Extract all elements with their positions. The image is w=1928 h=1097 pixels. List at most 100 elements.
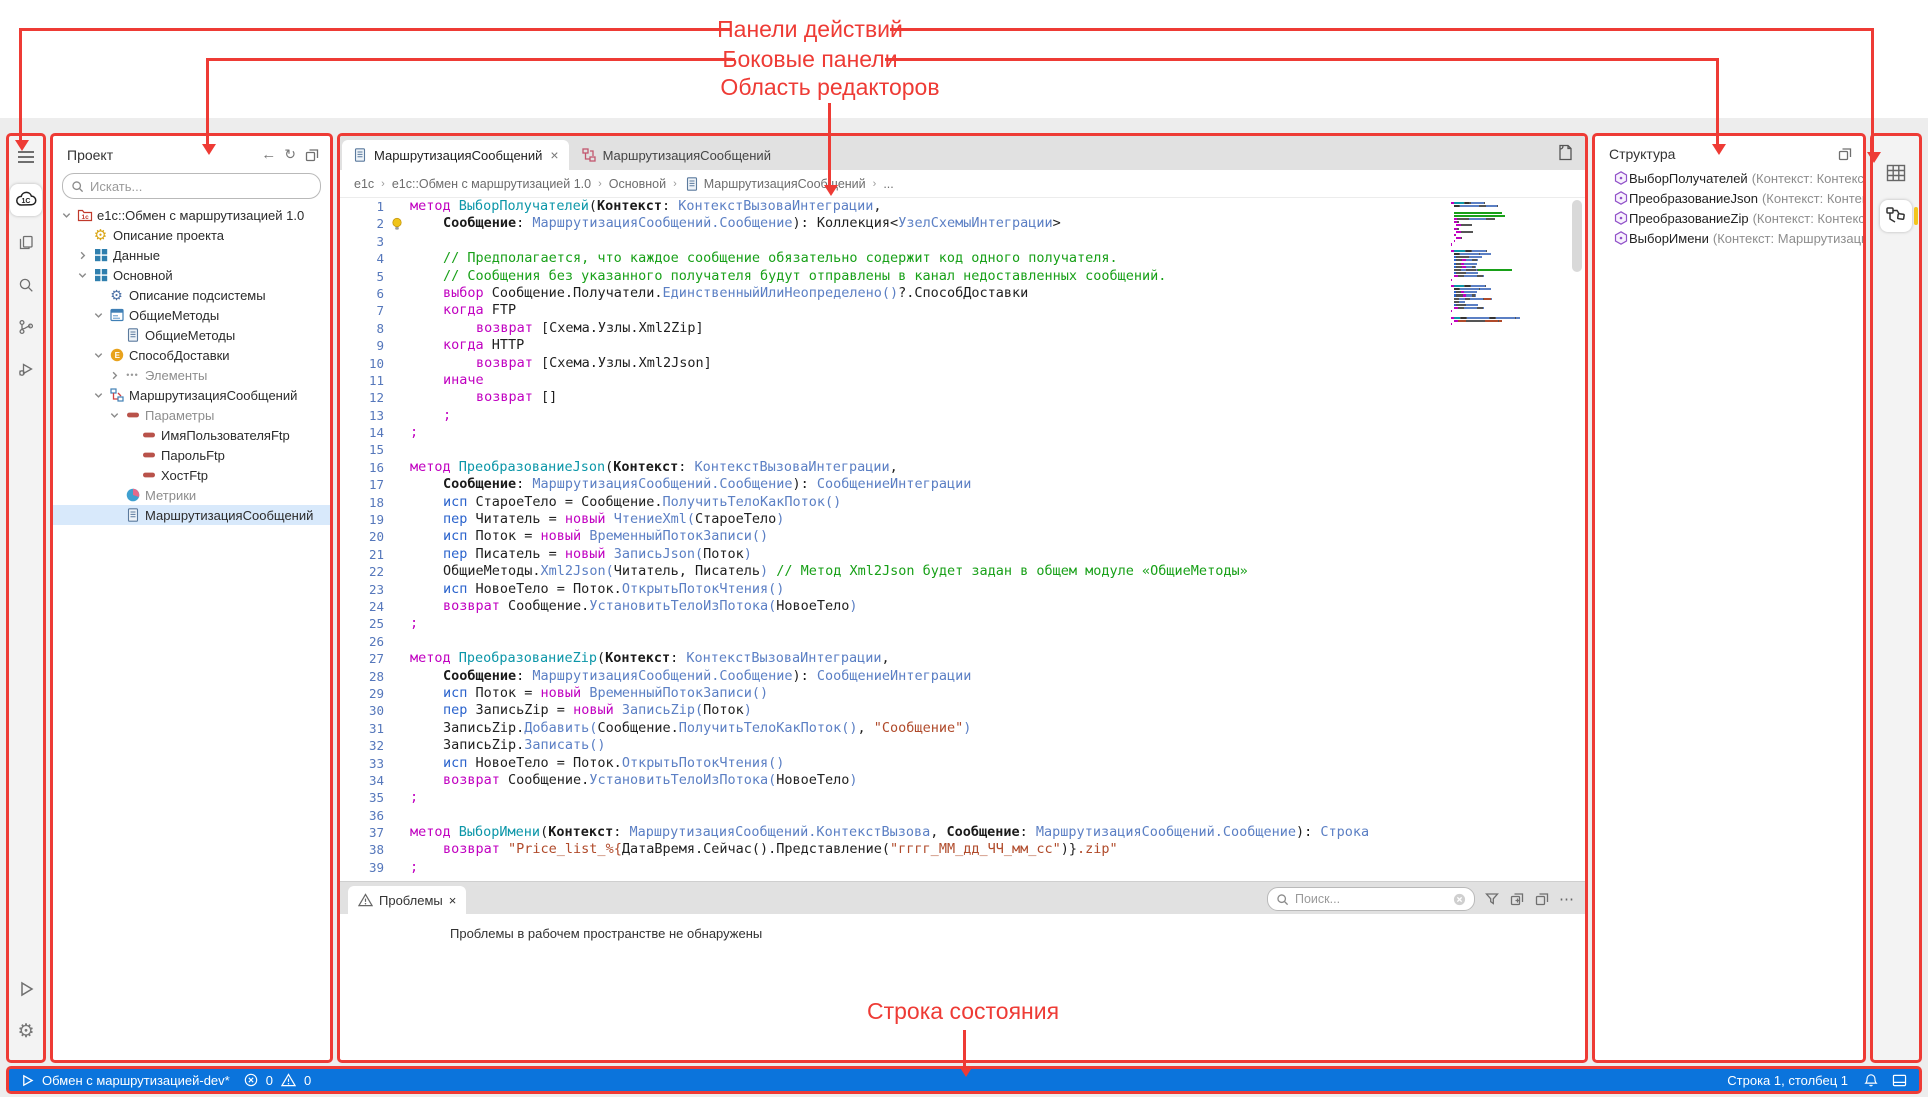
play-icon[interactable] [21, 1074, 34, 1087]
dash-red-icon [140, 467, 157, 483]
minimap[interactable] [1451, 202, 1563, 326]
chevron-down-icon[interactable] [77, 270, 92, 281]
close-icon[interactable]: × [449, 893, 457, 908]
menu-icon[interactable] [11, 142, 41, 172]
close-icon[interactable]: × [550, 147, 558, 163]
line-number: 3 [340, 233, 384, 250]
code-line: 19пер Читатель = новый ЧтениеXml(СтароеТ… [340, 511, 1585, 528]
structure-item[interactable]: ВыборИмени(Контекст: Маршрутизаци... [1595, 228, 1863, 248]
problems-search-input[interactable]: Поиск... [1267, 887, 1475, 911]
run-icon[interactable] [11, 974, 41, 1004]
code-editor[interactable]: 1метод ВыборПолучателей(Контекст: Контек… [340, 198, 1585, 914]
status-warnings[interactable]: 0 [304, 1073, 311, 1088]
more-icon[interactable]: ⋯ [1559, 890, 1575, 909]
structure-item[interactable]: ВыборПолучателей (Контекст: Контекст... [1595, 168, 1863, 188]
tree-item[interactable]: Основной [53, 265, 330, 285]
onec-cloud-icon[interactable]: 1С [10, 184, 42, 216]
refresh-icon[interactable]: ↻ [284, 146, 296, 163]
back-icon[interactable]: ← [261, 146, 276, 163]
collapse-all-icon[interactable] [1534, 891, 1550, 907]
panel-icon[interactable] [1892, 1074, 1907, 1087]
tree-item[interactable]: 1ce1c::Обмен с маршрутизацией 1.0 [53, 205, 330, 225]
tree-item[interactable]: Метрики [53, 485, 330, 505]
tree-item[interactable]: Параметры [53, 405, 330, 425]
tree-item[interactable]: ПарольFtp [53, 445, 330, 465]
grid-blue-icon [92, 267, 109, 283]
code-line: 29исп Поток = новый ВременныйПотокЗаписи… [340, 685, 1585, 702]
line-number: 38 [340, 841, 384, 858]
restore-icon[interactable] [1837, 146, 1853, 162]
debug-icon[interactable] [11, 354, 41, 384]
chevron-down-icon[interactable] [109, 410, 124, 421]
chevron-right-icon[interactable] [77, 250, 92, 261]
tree-item[interactable]: МаршрутизацияСообщений [53, 385, 330, 405]
line-number: 1 [340, 198, 384, 215]
editor-tab[interactable]: МаршрутизацияСообщений [571, 140, 781, 170]
left-activity-bar: 1С ⚙ [6, 133, 46, 1063]
breadcrumb-item[interactable]: ... [883, 177, 893, 191]
structure-item-detail: (Контекст: Контекст... [1752, 171, 1866, 186]
line-number: 9 [340, 337, 384, 354]
tree-item[interactable]: ⚙Описание проекта [53, 225, 330, 245]
project-search-input[interactable]: Искать... [62, 173, 321, 199]
expand-all-icon[interactable] [1509, 891, 1525, 907]
table-icon[interactable] [1881, 158, 1911, 188]
code-line: 21пер Писатель = новый ЗаписьJson(Поток) [340, 546, 1585, 563]
status-caret-position[interactable]: Строка 1, столбец 1 [1727, 1073, 1848, 1088]
search-icon[interactable] [11, 270, 41, 300]
error-circle-icon[interactable] [244, 1073, 258, 1087]
tab-problems[interactable]: Проблемы × [348, 886, 466, 914]
status-project[interactable]: Обмен с маршрутизацией-dev* [42, 1073, 230, 1088]
lightbulb-icon[interactable] [384, 215, 410, 232]
tree-item-label: Параметры [145, 408, 214, 423]
bell-icon[interactable] [1864, 1073, 1878, 1088]
problems-tab-label: Проблемы [379, 893, 443, 908]
code-line: 22ОбщиеМетоды.Xml2Json(Читатель, Писател… [340, 563, 1585, 580]
tree-item[interactable]: EСпособДоставки [53, 345, 330, 365]
doc-icon [124, 327, 141, 343]
editor-scrollbar[interactable] [1572, 200, 1582, 272]
code-line: 3 [340, 233, 1585, 250]
copy-icon[interactable] [11, 228, 41, 258]
grid-blue-icon [92, 247, 109, 263]
status-errors[interactable]: 0 [266, 1073, 273, 1088]
breadcrumb-item[interactable]: МаршрутизацияСообщений [684, 176, 866, 192]
structure-item[interactable]: ПреобразованиеZip(Контекст: Контекс... [1595, 208, 1863, 228]
tree-item[interactable]: ОбщиеМетоды [53, 325, 330, 345]
code-line: 9когда HTTP [340, 337, 1585, 354]
chevron-down-icon[interactable] [61, 210, 76, 221]
chevron-down-icon[interactable] [93, 350, 108, 361]
structure-item[interactable]: ПреобразованиеJson(Контекст: Контек... [1595, 188, 1863, 208]
breadcrumb-item[interactable]: e1c [354, 177, 374, 191]
tree-item[interactable]: ХостFtp [53, 465, 330, 485]
settings-gear-icon[interactable]: ⚙ [11, 1016, 41, 1046]
git-icon[interactable] [11, 312, 41, 342]
tree-item[interactable]: МаршрутизацияСообщений [53, 505, 330, 525]
line-number: 18 [340, 494, 384, 511]
dash-red-icon [124, 407, 141, 423]
tree-item[interactable]: •••Элементы [53, 365, 330, 385]
clear-icon[interactable] [1453, 893, 1466, 906]
collapse-all-icon[interactable] [304, 147, 320, 163]
breadcrumb-separator: › [598, 178, 602, 190]
tree-item[interactable]: ИмяПользователяFtp [53, 425, 330, 445]
filter-icon[interactable] [1484, 891, 1500, 907]
chevron-down-icon[interactable] [93, 310, 108, 321]
structure-item-name: ВыборПолучателей [1629, 171, 1748, 186]
editor-tab[interactable]: МаршрутизацияСообщений× [342, 140, 569, 170]
code-line: 35; [340, 789, 1585, 806]
flow-structure-icon[interactable] [1880, 200, 1912, 232]
page-curl-icon[interactable] [1556, 143, 1575, 162]
breadcrumb-item[interactable]: Основной [609, 177, 666, 191]
warning-icon[interactable] [281, 1073, 296, 1087]
line-number: 15 [340, 441, 384, 458]
tree-item-label: ОбщиеМетоды [145, 328, 235, 343]
chevron-down-icon[interactable] [93, 390, 108, 401]
line-number: 12 [340, 389, 384, 406]
breadcrumb-item[interactable]: e1c::Обмен с маршрутизацией 1.0 [392, 177, 591, 191]
tree-item-label: ИмяПользователяFtp [161, 428, 290, 443]
tree-item[interactable]: ⚙Описание подсистемы [53, 285, 330, 305]
tree-item[interactable]: Данные [53, 245, 330, 265]
chevron-right-icon[interactable] [109, 370, 124, 381]
tree-item[interactable]: ОбщиеМетоды [53, 305, 330, 325]
